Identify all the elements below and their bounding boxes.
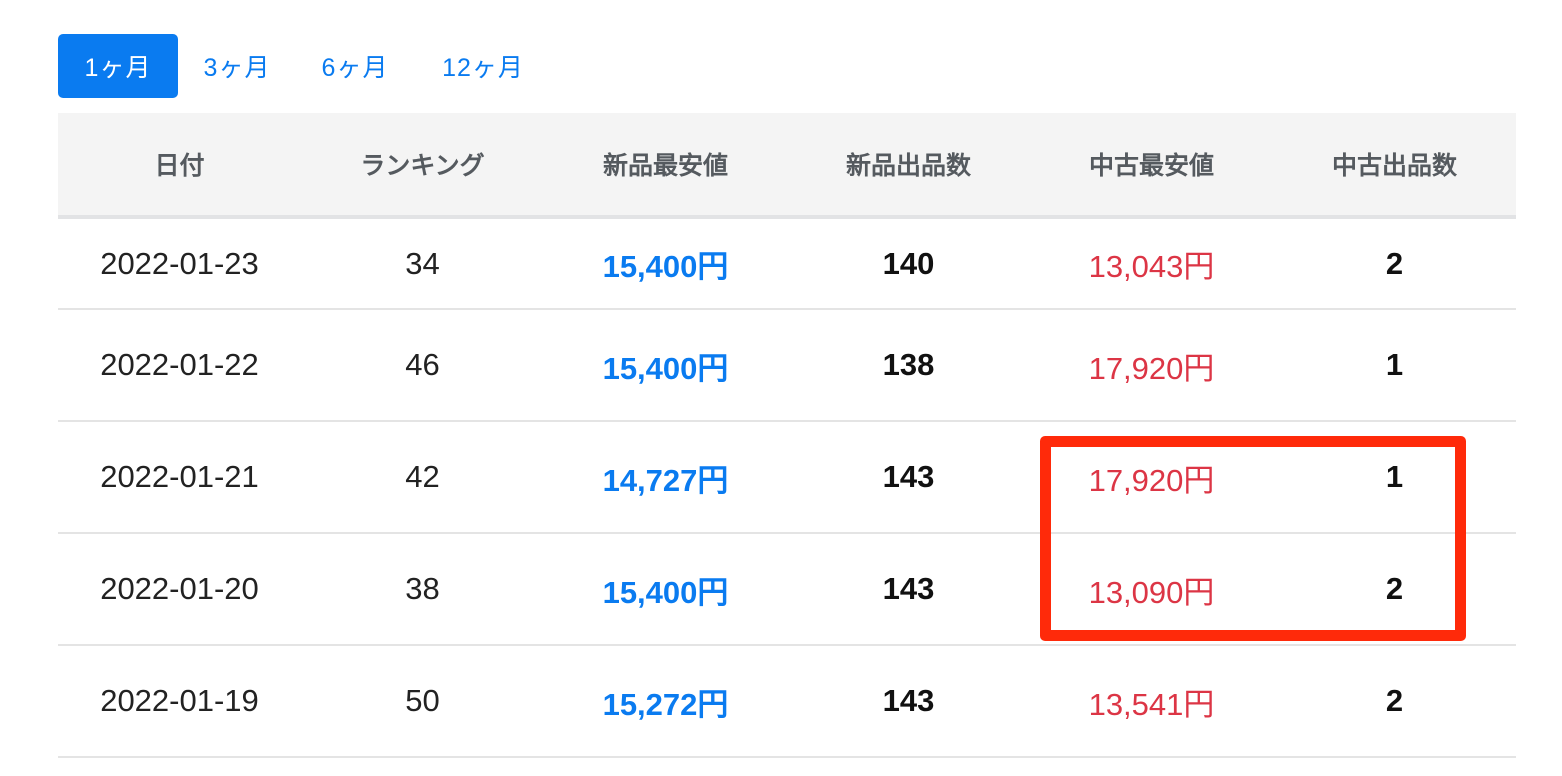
- tab-12-months[interactable]: 12ヶ月: [414, 34, 552, 98]
- cell-ranking: 38: [405, 571, 440, 606]
- cell-new-lowest-price: 15,400円: [602, 350, 729, 386]
- cell-date: 2022-01-20: [100, 571, 259, 606]
- cell-new-lowest-price: 15,400円: [602, 574, 729, 610]
- cell-ranking: 50: [405, 683, 440, 718]
- cell-used-lowest-price: 17,920円: [1088, 462, 1215, 498]
- cell-new-listing-count: 143: [882, 571, 935, 606]
- cell-new-lowest-price: 15,400円: [602, 249, 729, 284]
- header-used-lowest-price: 中古最安値: [1088, 152, 1214, 180]
- cell-date: 2022-01-22: [100, 347, 259, 382]
- cell-used-lowest-price: 13,090円: [1088, 574, 1215, 610]
- table-header: 日付 ランキング 新品最安値 新品出品数 中古最安値 中古出品数: [58, 113, 1516, 219]
- cell-used-listing-count: 2: [1385, 245, 1404, 281]
- header-used-listing-count: 中古出品数: [1331, 152, 1457, 180]
- header-date: 日付: [154, 152, 205, 180]
- price-history-panel: 1ヶ月 3ヶ月 6ヶ月 12ヶ月 日付 ランキング 新品最安値 新品出品数 中古…: [0, 0, 1562, 776]
- cell-used-listing-count: 1: [1385, 459, 1404, 494]
- table-row: 2022-01-23 34 15,400円 140 13,043円 2: [58, 219, 1516, 310]
- cell-new-listing-count: 143: [882, 459, 935, 494]
- table-row: 2022-01-19 50 15,272円 143 13,541円 2: [58, 646, 1516, 758]
- cell-used-lowest-price: 13,043円: [1088, 249, 1215, 284]
- header-new-lowest-price: 新品最安値: [602, 152, 728, 180]
- cell-date: 2022-01-21: [100, 459, 259, 494]
- cell-date: 2022-01-23: [100, 245, 259, 281]
- cell-ranking: 34: [405, 245, 440, 281]
- cell-used-lowest-price: 17,920円: [1088, 350, 1215, 386]
- cell-ranking: 42: [405, 459, 440, 494]
- cell-new-lowest-price: 15,272円: [602, 686, 729, 722]
- cell-used-lowest-price: 13,541円: [1088, 686, 1215, 722]
- cell-new-lowest-price: 14,727円: [602, 462, 729, 498]
- cell-ranking: 46: [405, 347, 440, 382]
- table-row: 2022-01-20 38 15,400円 143 13,090円 2: [58, 534, 1516, 646]
- cell-used-listing-count: 2: [1385, 571, 1404, 606]
- price-history-table: 日付 ランキング 新品最安値 新品出品数 中古最安値 中古出品数 2022-01…: [58, 113, 1516, 758]
- header-ranking: ランキング: [360, 152, 485, 180]
- cell-used-listing-count: 1: [1385, 347, 1404, 382]
- cell-new-listing-count: 143: [882, 683, 935, 718]
- cell-new-listing-count: 140: [882, 245, 935, 281]
- cell-date: 2022-01-19: [100, 683, 259, 718]
- table-row: 2022-01-21 42 14,727円 143 17,920円 1: [58, 422, 1516, 534]
- tab-3-months[interactable]: 3ヶ月: [178, 34, 296, 98]
- cell-new-listing-count: 138: [882, 347, 935, 382]
- cell-used-listing-count: 2: [1385, 683, 1404, 718]
- period-tabs: 1ヶ月 3ヶ月 6ヶ月 12ヶ月: [58, 34, 552, 98]
- table-row: 2022-01-22 46 15,400円 138 17,920円 1: [58, 310, 1516, 422]
- tab-1-month[interactable]: 1ヶ月: [58, 34, 178, 98]
- header-new-listing-count: 新品出品数: [845, 152, 971, 180]
- tab-6-months[interactable]: 6ヶ月: [296, 34, 414, 98]
